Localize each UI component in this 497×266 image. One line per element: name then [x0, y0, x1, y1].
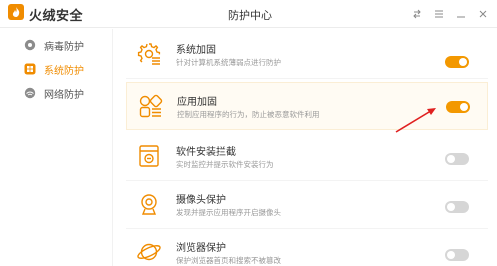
brand-name: 火绒安全 — [29, 8, 84, 24]
feature-title: 系统加固 — [176, 45, 216, 56]
restore-icon[interactable] — [409, 6, 425, 22]
feature-title: 摄像头保护 — [176, 195, 226, 206]
menu-icon[interactable] — [431, 6, 447, 22]
toggle-app-harden[interactable] — [446, 101, 470, 113]
feature-desc: 针对计算机系统薄弱点进行防护 — [176, 58, 281, 67]
toggle-knob — [447, 203, 455, 211]
sidebar: 病毒防护 系统防护 网络防护 — [0, 29, 113, 266]
feature-row-system-harden: 系统加固 针对计算机系统薄弱点进行防护 — [126, 31, 488, 79]
window-controls — [409, 6, 491, 22]
minimize-icon[interactable] — [453, 6, 469, 22]
feature-row-install-intercept: 软件安装拦截 实时监控并提示软件安装行为 — [126, 133, 488, 181]
feature-row-camera-protect: 摄像头保护 发现并提示应用程序开启摄像头 — [126, 181, 488, 229]
sidebar-item-label: 系统防护 — [44, 65, 84, 77]
sidebar-item-virus[interactable]: 病毒防护 — [0, 33, 113, 57]
title-bar: 火绒安全 防护中心 — [0, 0, 497, 28]
sidebar-item-label: 病毒防护 — [44, 41, 84, 53]
virus-protection-icon — [24, 39, 36, 51]
browser-protect-icon — [135, 238, 163, 266]
camera-protect-icon — [135, 190, 163, 218]
feature-desc: 保护浏览器首页和搜索不被篡改 — [176, 256, 281, 265]
toggle-knob — [447, 155, 455, 163]
toggle-system-harden[interactable] — [445, 56, 469, 68]
feature-title: 浏览器保护 — [176, 243, 226, 254]
feature-title: 软件安装拦截 — [176, 147, 236, 158]
sidebar-item-label: 网络防护 — [44, 89, 84, 101]
huorong-logo-icon — [8, 4, 24, 24]
feature-desc: 实时监控并提示软件安装行为 — [176, 160, 274, 169]
feature-row-browser-protect: 浏览器保护 保护浏览器首页和搜索不被篡改 — [126, 229, 488, 266]
close-icon[interactable] — [475, 6, 491, 22]
feature-desc: 发现并提示应用程序开启摄像头 — [176, 208, 281, 217]
network-protection-icon — [24, 87, 36, 99]
install-intercept-icon — [135, 142, 163, 170]
app-harden-icon — [136, 92, 164, 120]
feature-desc: 控制应用程序的行为，防止被恶意软件利用 — [177, 110, 320, 119]
toggle-knob — [447, 251, 455, 259]
sidebar-item-network[interactable]: 网络防护 — [0, 81, 113, 105]
sidebar-item-system[interactable]: 系统防护 — [0, 57, 113, 81]
feature-list: 系统加固 针对计算机系统薄弱点进行防护 应用加固 控制应用程序的行为，防止被恶意… — [114, 29, 497, 266]
toggle-browser-protect[interactable] — [445, 249, 469, 261]
feature-title: 应用加固 — [177, 97, 217, 108]
toggle-knob — [460, 103, 468, 111]
system-harden-icon — [135, 40, 163, 68]
toggle-camera-protect[interactable] — [445, 201, 469, 213]
system-protection-icon — [24, 63, 36, 75]
window-title: 防护中心 — [228, 9, 272, 22]
feature-row-app-harden: 应用加固 控制应用程序的行为，防止被恶意软件利用 — [126, 82, 488, 130]
toggle-install-intercept[interactable] — [445, 153, 469, 165]
toggle-knob — [459, 58, 467, 66]
brand: 火绒安全 — [8, 4, 84, 24]
